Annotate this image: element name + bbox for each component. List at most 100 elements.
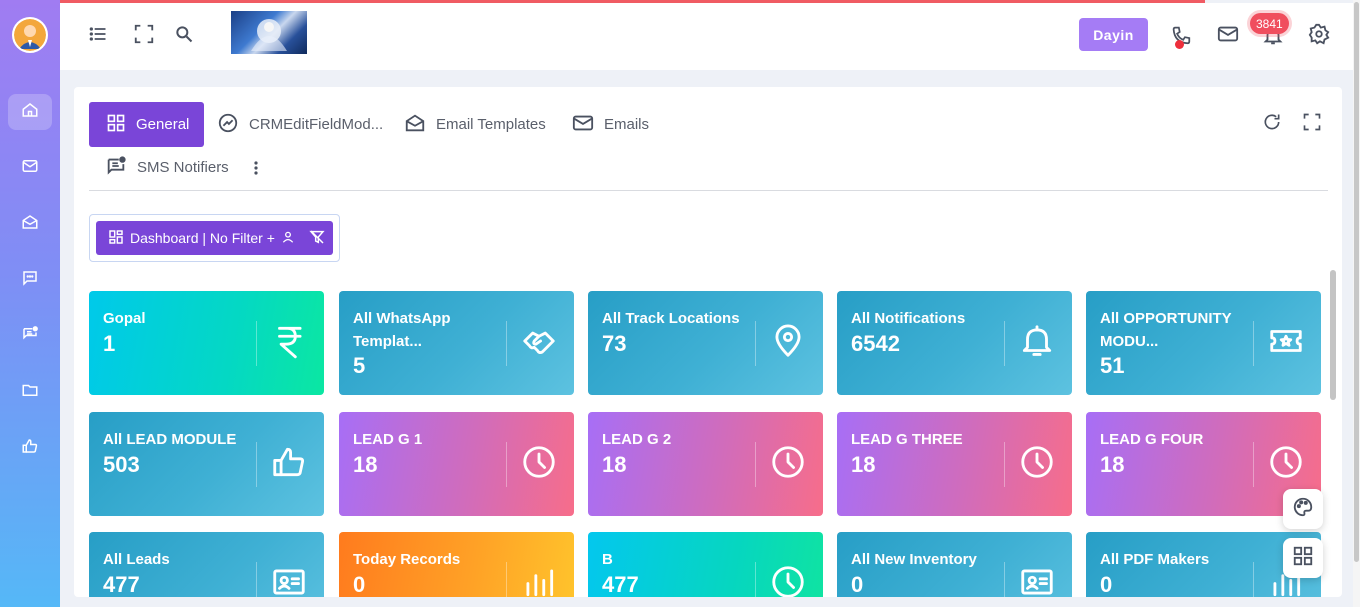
rupee-icon [267,319,311,363]
stat-card[interactable]: All WhatsApp Templat... 5 [339,291,574,395]
stat-card[interactable]: Today Records 0 [339,532,574,597]
call-status-dot [1175,40,1184,49]
stat-card[interactable]: All Leads 477 [89,532,324,597]
clock-icon [1264,440,1308,484]
stat-card-value: 18 [602,452,627,477]
settings-icon[interactable] [1305,20,1333,48]
stat-card-title: All PDF Makers [1100,551,1210,568]
stat-card-separator [1004,442,1005,487]
stat-card-title: All Notifications [851,310,966,327]
stat-card-separator [755,442,756,487]
stat-card-value: 6542 [851,331,900,356]
sidebar-item-chat[interactable] [8,262,52,298]
tab-email-templates[interactable]: Email Templates [404,102,546,147]
panel-scrollbar[interactable] [1330,270,1336,400]
sidebar-item-sms[interactable] [8,318,52,354]
stat-card[interactable]: All Track Locations 73 [588,291,823,395]
notification-count-badge: 3841 [1250,13,1289,34]
location-pin-icon [766,319,810,363]
thumbs-up-icon [267,440,311,484]
clear-filter-icon[interactable] [309,229,325,248]
sidebar-item-mail[interactable] [8,150,52,186]
stat-card-value: 18 [353,452,378,477]
stat-card-separator [506,321,507,366]
tab-crm-edit-field[interactable]: CRMEditFieldMod... [217,102,383,147]
filter-label: Dashboard | No Filter + [130,230,275,246]
sidebar-item-open-mail[interactable] [8,206,52,242]
menu-icon[interactable] [84,20,112,48]
filter-container: Dashboard | No Filter + [89,214,340,262]
tab-emails[interactable]: Emails [572,102,649,147]
stat-card[interactable]: LEAD G 1 18 [339,412,574,516]
stat-card-separator [256,321,257,366]
stat-card-value: 477 [103,572,140,597]
trend-icon [217,112,239,138]
fullscreen-icon[interactable] [130,20,158,48]
user-icon [281,230,295,247]
search-icon[interactable] [170,20,198,48]
home-icon [21,101,39,124]
stat-card-title: LEAD G THREE [851,431,963,448]
tab-general[interactable]: General [89,102,205,147]
sidebar-item-likes[interactable] [8,430,52,466]
refresh-icon[interactable] [1260,110,1284,134]
stat-card-title: All Track Locations [602,310,740,327]
stat-card-value: 73 [602,331,627,356]
stat-card-title: All New Inventory [851,551,977,568]
more-options-icon[interactable] [244,156,268,180]
mail-icon [572,112,594,138]
stat-card-value: 51 [1100,353,1125,378]
stat-card-title: All WhatsApp Templat... [353,310,451,350]
stat-card[interactable]: All Notifications 6542 [837,291,1072,395]
tab-label: General [136,116,190,133]
page-scrollbar[interactable] [1353,0,1360,607]
stat-card[interactable]: All LEAD MODULE 503 [89,412,324,516]
open-mail-icon [404,112,426,138]
stat-card[interactable]: Gopal 1 [89,291,324,395]
stat-card-value: 0 [353,572,366,597]
expand-icon[interactable] [1300,110,1324,134]
stat-card-value: 18 [1100,452,1125,477]
stat-card[interactable]: All OPPORTUNITY MODU... 51 [1086,291,1321,395]
stat-card-title: All LEAD MODULE [103,431,237,448]
tab-sms-notifiers[interactable]: SMS Notifiers [105,145,229,190]
user-button[interactable]: Dayin [1079,18,1148,51]
stat-card[interactable]: LEAD G THREE 18 [837,412,1072,516]
stat-card[interactable]: B 477 [588,532,823,597]
id-card-icon [267,560,311,597]
mail-icon[interactable] [1214,20,1242,48]
stat-card-separator [1004,321,1005,366]
stat-card-title: LEAD G 1 [353,431,423,448]
dashboard-filter-button[interactable]: Dashboard | No Filter + [96,221,333,255]
stat-card-value: 503 [103,452,140,477]
chat-icon [21,269,39,292]
clock-icon [766,560,810,597]
stat-card[interactable]: All New Inventory 0 [837,532,1072,597]
stat-card-separator [506,442,507,487]
sidebar [0,0,60,607]
dashboard-panel: General CRMEditFieldMod... Email Templat… [74,87,1342,597]
stat-card-separator [1253,321,1254,366]
handshake-icon [517,319,561,363]
stat-card-separator [1253,442,1254,487]
stat-card[interactable]: LEAD G 2 18 [588,412,823,516]
stat-card-separator [1253,562,1254,597]
tabs-divider [89,190,1328,191]
user-avatar[interactable] [12,17,48,53]
tab-label: CRMEditFieldMod... [249,116,384,133]
sidebar-item-folder[interactable] [8,374,52,410]
bar-chart-icon [517,560,561,597]
tab-label: Email Templates [436,116,546,133]
theme-palette-button[interactable] [1283,489,1323,529]
apps-grid-button[interactable] [1283,538,1323,578]
sidebar-item-home[interactable] [8,94,52,130]
clock-icon [1015,440,1059,484]
sms-notifier-icon [21,325,39,348]
stat-card-title: Gopal [103,310,146,327]
palette-icon [1292,496,1314,523]
stat-card-separator [256,562,257,597]
stat-card-separator [256,442,257,487]
stat-card-value: 0 [1100,572,1113,597]
stat-card-title: All Leads [103,551,170,568]
ticket-star-icon [1264,319,1308,363]
